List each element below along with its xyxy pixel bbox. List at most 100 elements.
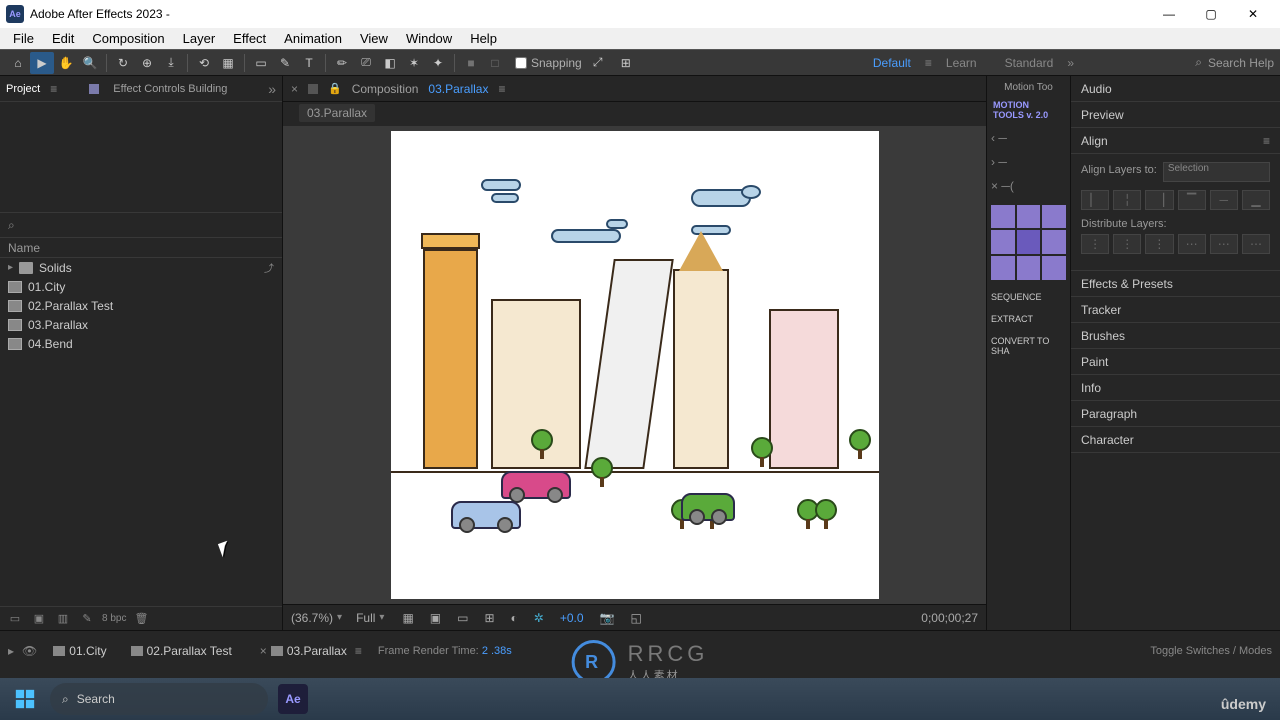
snap-grid-icon[interactable]: ⊞: [614, 52, 638, 74]
transparency-grid-icon[interactable]: ▦: [398, 611, 417, 625]
tab-menu-icon[interactable]: ≡: [355, 644, 362, 658]
timeline-eye-icon[interactable]: 👁: [22, 644, 37, 658]
home-button[interactable]: ⌂: [6, 52, 30, 74]
menu-file[interactable]: File: [4, 29, 43, 48]
dist-top-button[interactable]: ⋯: [1178, 234, 1206, 254]
dist-bottom-button[interactable]: ⋯: [1242, 234, 1270, 254]
align-right-button[interactable]: ▕: [1145, 190, 1173, 210]
close-button[interactable]: ✕: [1232, 0, 1274, 28]
tab-character[interactable]: Character: [1071, 427, 1280, 453]
close-tab-icon[interactable]: ×: [291, 82, 298, 96]
maximize-button[interactable]: ▢: [1190, 0, 1232, 28]
align-vcenter-button[interactable]: ─: [1210, 190, 1238, 210]
tab-audio[interactable]: Audio: [1071, 76, 1280, 102]
snapshot-icon[interactable]: 📷: [596, 611, 619, 625]
rectangle-tool[interactable]: ▭: [249, 52, 273, 74]
toggle-switches-modes[interactable]: Toggle Switches / Modes: [1150, 645, 1272, 657]
align-hcenter-button[interactable]: ╎: [1113, 190, 1141, 210]
menu-edit[interactable]: Edit: [43, 29, 83, 48]
bpc-toggle[interactable]: 8 bpc: [102, 610, 126, 628]
menu-composition[interactable]: Composition: [83, 29, 173, 48]
shy-icon[interactable]: ⤴: [264, 260, 274, 275]
align-menu-icon[interactable]: ≡: [1263, 134, 1270, 148]
taskbar-search[interactable]: ⌕ Search: [50, 683, 268, 715]
brush-tool[interactable]: ✏: [330, 52, 354, 74]
menu-layer[interactable]: Layer: [174, 29, 225, 48]
clone-tool[interactable]: ⎚: [354, 52, 378, 74]
adjust-button[interactable]: ✎: [78, 610, 96, 628]
orbit-tool[interactable]: ↻: [111, 52, 135, 74]
tab-effects-presets[interactable]: Effects & Presets: [1071, 271, 1280, 297]
eraser-tool[interactable]: ◧: [378, 52, 402, 74]
tab-align[interactable]: Align≡: [1071, 128, 1280, 154]
align-left-button[interactable]: ▏: [1081, 190, 1109, 210]
comp-tab-menu-icon[interactable]: ≡: [498, 82, 505, 96]
channel-icon[interactable]: ◐: [507, 611, 522, 625]
hand-tool[interactable]: ✋: [54, 52, 78, 74]
new-folder-button[interactable]: ▣: [30, 610, 48, 628]
tab-brushes[interactable]: Brushes: [1071, 323, 1280, 349]
show-snapshot-icon[interactable]: ◱: [627, 611, 646, 625]
menu-help[interactable]: Help: [461, 29, 506, 48]
selection-tool[interactable]: ▶: [30, 52, 54, 74]
interpret-footage-button[interactable]: ▭: [6, 610, 24, 628]
menu-view[interactable]: View: [351, 29, 397, 48]
workspace-menu-icon[interactable]: ≡: [925, 56, 932, 70]
extract-button[interactable]: EXTRACT: [991, 314, 1066, 324]
region-icon[interactable]: ▭: [453, 611, 472, 625]
exposure-value[interactable]: +0.0: [556, 611, 588, 625]
composition-canvas[interactable]: [391, 131, 879, 599]
anchor-grid[interactable]: [991, 205, 1066, 280]
dist-left-button[interactable]: ⋮: [1081, 234, 1109, 254]
stroke-swatch[interactable]: □: [483, 52, 507, 74]
workspace-overflow-icon[interactable]: »: [1067, 56, 1074, 70]
timeline-tab[interactable]: 01.City: [45, 642, 114, 660]
workspace-default[interactable]: Default: [859, 56, 925, 70]
pan-behind-tool[interactable]: ⊕: [135, 52, 159, 74]
delete-button[interactable]: 🗑: [132, 610, 150, 628]
puppet-tool[interactable]: ✦: [426, 52, 450, 74]
timeline-toggle-icon[interactable]: ▸: [8, 644, 14, 658]
menu-effect[interactable]: Effect: [224, 29, 275, 48]
fill-swatch[interactable]: ■: [459, 52, 483, 74]
zoom-dropdown[interactable]: (36.7%)▾: [291, 611, 342, 625]
column-name-header[interactable]: Name: [8, 241, 40, 255]
taskbar-ae-button[interactable]: Ae: [278, 684, 308, 714]
snap-option-icon[interactable]: ⤢: [586, 52, 610, 74]
pen-tool[interactable]: ✎: [273, 52, 297, 74]
menu-window[interactable]: Window: [397, 29, 461, 48]
comp-breadcrumb[interactable]: 03.Parallax: [299, 104, 375, 122]
dist-hcenter-button[interactable]: ⋮: [1113, 234, 1141, 254]
resolution-dropdown[interactable]: Full▾: [350, 611, 390, 625]
tab-preview[interactable]: Preview: [1071, 102, 1280, 128]
mask-toggle-icon[interactable]: ▣: [426, 611, 445, 625]
anchor-tool[interactable]: ⤓: [159, 52, 183, 74]
zoom-tool[interactable]: 🔍: [78, 52, 102, 74]
align-top-button[interactable]: ▔: [1178, 190, 1206, 210]
disclosure-icon[interactable]: ▸: [8, 262, 13, 273]
tab-effect-controls[interactable]: Effect Controls Building: [113, 83, 227, 95]
comp-name[interactable]: 03.Parallax: [428, 82, 488, 96]
sequence-button[interactable]: SEQUENCE: [991, 292, 1066, 302]
mask-tool[interactable]: ▦: [216, 52, 240, 74]
new-comp-button[interactable]: ▥: [54, 610, 72, 628]
align-bottom-button[interactable]: ▁: [1242, 190, 1270, 210]
timeline-tab[interactable]: 02.Parallax Test: [123, 642, 240, 660]
convert-button[interactable]: CONVERT TO SHA: [991, 336, 1066, 356]
viewer-area[interactable]: [283, 126, 986, 604]
mt-next-icon[interactable]: › ─: [991, 153, 1066, 171]
snapping-checkbox[interactable]: [515, 57, 527, 69]
tabs-overflow-icon[interactable]: »: [268, 81, 276, 97]
mt-close-icon[interactable]: × ─(: [991, 177, 1066, 195]
tab-project[interactable]: Project: [6, 83, 40, 95]
workspace-learn[interactable]: Learn: [932, 56, 991, 70]
start-button[interactable]: [10, 684, 40, 714]
project-item-comp[interactable]: 03.Parallax: [0, 315, 282, 334]
project-search-icon[interactable]: ⌕: [8, 218, 22, 232]
panel-menu-icon[interactable]: ≡: [50, 82, 57, 96]
project-item-comp[interactable]: 01.City: [0, 277, 282, 296]
search-help-field[interactable]: Search Help: [1208, 56, 1274, 70]
lock-icon[interactable]: 🔒: [328, 82, 342, 95]
rotate-tool[interactable]: ⟲: [192, 52, 216, 74]
workspace-standard[interactable]: Standard: [991, 56, 1068, 70]
